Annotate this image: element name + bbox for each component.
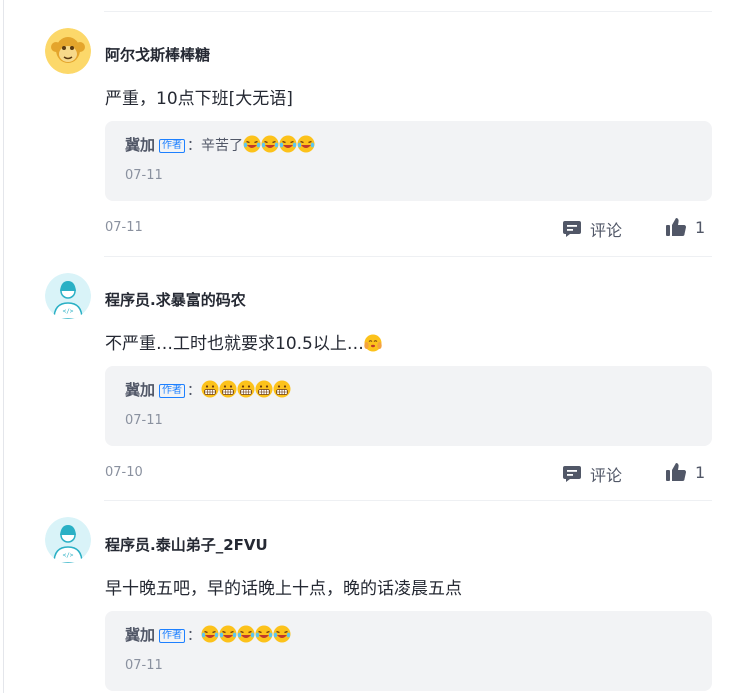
reply-line: 冀加 作者： [125, 624, 291, 647]
comment-author[interactable]: 阿尔戈斯棒棒糖 [105, 44, 210, 65]
comment-button[interactable]: 评论 [562, 217, 622, 241]
comment-icon [563, 466, 581, 482]
svg-text:</>: </> [63, 552, 74, 559]
grimacing-emoji [219, 380, 237, 402]
comment-text: 不严重…工时也就要求10.5以上… [105, 334, 364, 354]
like-button[interactable]: 1 [665, 217, 705, 237]
thumbs-up-icon [666, 463, 687, 481]
like-count: 1 [695, 217, 706, 237]
thumbs-up-icon [666, 218, 687, 236]
left-border [3, 0, 4, 693]
like-button[interactable]: 1 [665, 462, 705, 482]
grimacing-emoji [255, 380, 273, 402]
laughing-tears-emoji [219, 625, 237, 647]
like-count: 1 [695, 462, 706, 482]
reply-separator: ： [187, 138, 202, 154]
programmer-avatar-icon[interactable]: </> [45, 273, 91, 319]
laughing-tears-emoji [261, 135, 279, 157]
programmer-avatar-icon[interactable]: </> [45, 517, 91, 563]
reply-author[interactable]: 冀加 [125, 626, 155, 644]
grimacing-emoji [237, 380, 255, 402]
comment-content: 不严重…工时也就要求10.5以上… [105, 329, 382, 357]
top-divider [104, 11, 712, 12]
reply-separator: ： [187, 383, 202, 399]
laughing-tears-emoji [279, 135, 297, 157]
reply-line: 冀加 作者 ：辛苦了 [125, 134, 315, 157]
grimacing-emoji [273, 380, 291, 402]
author-reply: 冀加 作者 ：辛苦了 07-11 [105, 121, 712, 201]
reply-date: 07-11 [125, 168, 163, 183]
reply-text: 辛苦了 [201, 138, 244, 154]
comment-button[interactable]: 评论 [562, 462, 622, 486]
reply-separator: ： [187, 628, 202, 644]
comment-author[interactable]: 程序员.求暴富的码农 [105, 289, 246, 310]
cartoon-monkey-icon[interactable] [45, 28, 91, 74]
comment-label: 评论 [590, 466, 623, 485]
reply-line: 冀加 作者： [125, 379, 291, 402]
comment-author[interactable]: 程序员.泰山弟子_2FVU [105, 534, 268, 555]
laughing-tears-emoji [201, 625, 219, 647]
author-reply: 冀加 作者： 07-11 [105, 611, 712, 691]
author-badge: 作者 [159, 629, 186, 643]
reply-date: 07-11 [125, 413, 163, 428]
hands-cheek-emoji [364, 334, 382, 357]
comment-label: 评论 [590, 221, 623, 240]
author-reply: 冀加 作者： 07-11 [105, 366, 712, 446]
laughing-tears-emoji [243, 135, 261, 157]
reply-date: 07-11 [125, 658, 163, 673]
laughing-tears-emoji [237, 625, 255, 647]
laughing-tears-emoji [297, 135, 315, 157]
laughing-tears-emoji [255, 625, 273, 647]
comment-content: 严重，10点下班[大无语] [105, 89, 293, 109]
reply-author[interactable]: 冀加 [125, 136, 155, 154]
comment-icon [563, 221, 581, 237]
author-badge: 作者 [159, 139, 186, 153]
svg-text:</>: </> [63, 308, 74, 315]
comment-divider [104, 256, 712, 257]
comment-date: 07-10 [105, 465, 143, 480]
comment-content: 早十晚五吧，早的话晚上十点，晚的话凌晨五点 [105, 579, 462, 599]
reply-author[interactable]: 冀加 [125, 381, 155, 399]
author-badge: 作者 [159, 384, 186, 398]
comment-date: 07-11 [105, 220, 143, 235]
grimacing-emoji [201, 380, 219, 402]
comment-divider [104, 500, 712, 501]
laughing-tears-emoji [273, 625, 291, 647]
